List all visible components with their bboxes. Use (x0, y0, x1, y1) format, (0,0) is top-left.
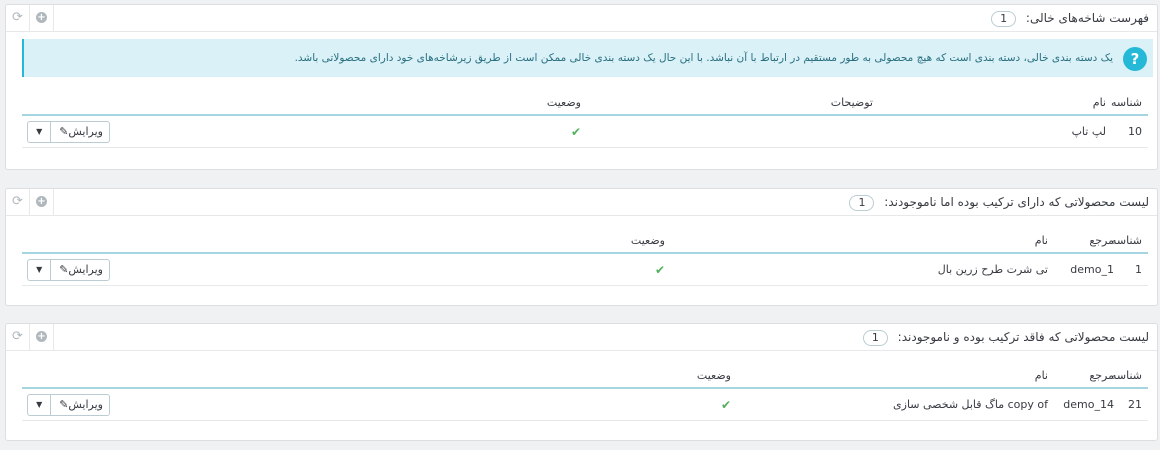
out-of-stock-combinations-panel: ⟳ + لیست محصولاتی که دارای ترکیب بوده ام… (5, 188, 1158, 306)
cell-status: ✔ (116, 388, 737, 421)
table-row[interactable]: 21 demo_14 copy of ماگ قابل شخصی سازی ✔ … (22, 388, 1148, 421)
column-header-description[interactable]: توضیحات (587, 90, 879, 116)
refresh-icon[interactable]: ⟳ (6, 324, 30, 350)
column-header-status[interactable]: وضعیت (116, 90, 587, 116)
cell-name: copy of ماگ قابل شخصی سازی (737, 388, 1054, 421)
edit-button-label: ویرایش (68, 262, 103, 276)
edit-button[interactable]: ✎ویرایش (51, 395, 109, 415)
edit-button-label: ویرایش (68, 124, 103, 138)
cell-reference: demo_1 (1054, 253, 1120, 286)
panel-title-text: فهرست شاخه‌های خالی: (1025, 11, 1149, 25)
panel-toolbar: ⟳ + (6, 324, 56, 350)
cell-actions: ▼ ✎ویرایش (22, 388, 116, 421)
table-header-row: شناسه نام توضیحات وضعیت (22, 90, 1148, 116)
panel-title: لیست محصولاتی که دارای ترکیب بوده اما نا… (849, 189, 1149, 215)
column-header-status[interactable]: وضعیت (116, 363, 737, 389)
table-header-row: شناسه مرجع نام وضعیت (22, 363, 1148, 389)
cell-description (587, 115, 879, 148)
cell-status: ✔ (116, 253, 671, 286)
edit-button-group: ▼ ✎ویرایش (27, 120, 110, 143)
column-header-status[interactable]: وضعیت (116, 228, 671, 254)
cell-id: 10 (1112, 115, 1148, 148)
caret-down-icon[interactable]: ▼ (28, 121, 52, 142)
cell-actions: ▼ ✎ویرایش (22, 115, 116, 148)
refresh-icon[interactable]: ⟳ (6, 5, 30, 31)
column-header-reference[interactable]: مرجع (1054, 228, 1120, 254)
edit-button[interactable]: ✎ویرایش (51, 260, 109, 280)
table-row[interactable]: 10 لپ تاپ ✔ ▼ ✎ویرایش (22, 115, 1148, 148)
column-header-reference[interactable]: مرجع (1054, 363, 1120, 389)
edit-button-group: ▼ ✎ویرایش (27, 258, 110, 281)
panel-header: ⟳ + فهرست شاخه‌های خالی: 1 (6, 5, 1157, 32)
cell-name: لپ تاپ (879, 115, 1112, 148)
check-icon[interactable]: ✔ (655, 263, 665, 277)
count-badge: 1 (991, 11, 1017, 27)
table-row[interactable]: 1 demo_1 تی شرت طرح زرین بال ✔ ▼ ✎ویرایش (22, 253, 1148, 286)
question-icon: ? (1123, 47, 1147, 71)
column-header-actions (22, 90, 116, 116)
refresh-icon[interactable]: ⟳ (6, 189, 30, 215)
add-icon[interactable]: + (30, 5, 54, 31)
column-header-name[interactable]: نام (737, 363, 1054, 389)
add-icon[interactable]: + (30, 324, 54, 350)
edit-button-label: ویرایش (68, 397, 103, 411)
out-of-stock-no-combinations-table: شناسه مرجع نام وضعیت 21 demo_14 copy of … (22, 363, 1148, 421)
cell-id: 1 (1120, 253, 1148, 286)
cell-status: ✔ (116, 115, 587, 148)
panel-header: ⟳ + لیست محصولاتی که فاقد ترکیب بوده و ن… (6, 324, 1157, 351)
count-badge: 1 (862, 330, 888, 346)
panel-toolbar: ⟳ + (6, 189, 56, 215)
column-header-actions (22, 363, 116, 389)
edit-button[interactable]: ✎ویرایش (51, 122, 109, 142)
cell-name: تی شرت طرح زرین بال (671, 253, 1054, 286)
out-of-stock-combinations-table: شناسه مرجع نام وضعیت 1 demo_1 تی شرت طرح… (22, 228, 1148, 286)
panel-title: لیست محصولاتی که فاقد ترکیب بوده و ناموج… (862, 324, 1149, 350)
cell-id: 21 (1120, 388, 1148, 421)
info-alert: ? یک دسته بندی خالی، دسته بندی است که هی… (22, 39, 1153, 77)
cell-reference: demo_14 (1054, 388, 1120, 421)
column-header-id[interactable]: شناسه (1111, 90, 1148, 116)
column-header-id[interactable]: شناسه (1111, 228, 1148, 254)
out-of-stock-no-combinations-panel: ⟳ + لیست محصولاتی که فاقد ترکیب بوده و ن… (5, 323, 1158, 441)
column-header-actions (22, 228, 116, 254)
panel-header: ⟳ + لیست محصولاتی که دارای ترکیب بوده ام… (6, 189, 1157, 216)
check-icon[interactable]: ✔ (571, 125, 581, 139)
caret-down-icon[interactable]: ▼ (28, 259, 52, 280)
panel-title-text: لیست محصولاتی که دارای ترکیب بوده اما نا… (884, 195, 1149, 209)
add-icon[interactable]: + (30, 189, 54, 215)
empty-categories-panel: ⟳ + فهرست شاخه‌های خالی: 1 ? یک دسته بند… (5, 4, 1158, 170)
panel-title: فهرست شاخه‌های خالی: 1 (991, 5, 1149, 31)
count-badge: 1 (849, 195, 875, 211)
panel-title-text: لیست محصولاتی که فاقد ترکیب بوده و ناموج… (897, 330, 1149, 344)
cell-actions: ▼ ✎ویرایش (22, 253, 116, 286)
panel-toolbar: ⟳ + (6, 5, 56, 31)
empty-categories-table: شناسه نام توضیحات وضعیت 10 لپ تاپ ✔ ▼ ✎و… (22, 90, 1148, 148)
table-header-row: شناسه مرجع نام وضعیت (22, 228, 1148, 254)
alert-text: یک دسته بندی خالی، دسته بندی است که هیچ … (294, 52, 1113, 64)
column-header-name[interactable]: نام (671, 228, 1054, 254)
edit-button-group: ▼ ✎ویرایش (27, 393, 110, 416)
check-icon[interactable]: ✔ (721, 398, 731, 412)
column-header-id[interactable]: شناسه (1111, 363, 1148, 389)
caret-down-icon[interactable]: ▼ (28, 394, 52, 415)
column-header-name[interactable]: نام (879, 90, 1112, 116)
